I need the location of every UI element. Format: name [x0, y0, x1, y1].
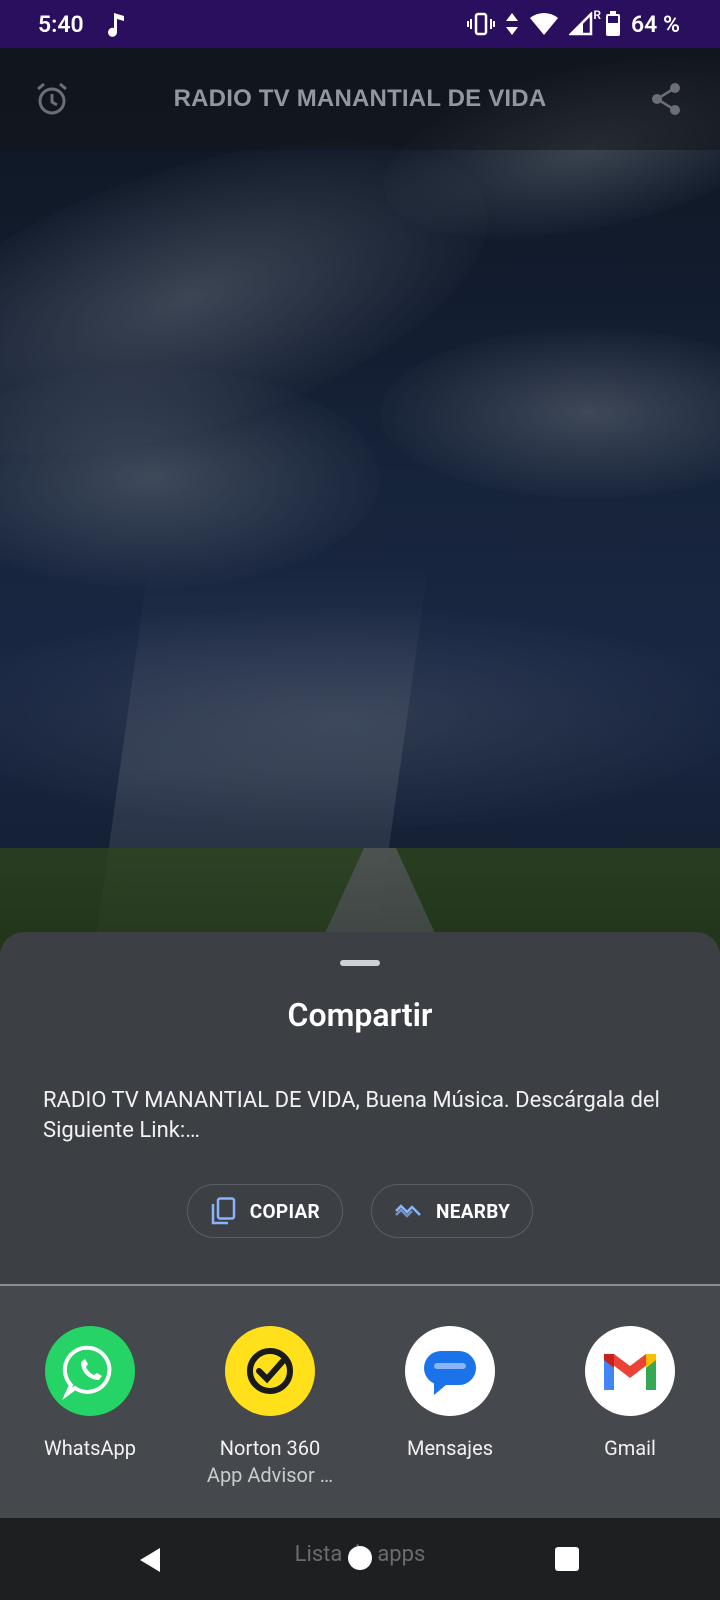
signal-icon: R [569, 8, 601, 36]
app-title: RADIO TV MANANTIAL DE VIDA [173, 85, 547, 112]
share-text-preview: RADIO TV MANANTIAL DE VIDA, Buena Música… [43, 1088, 660, 1143]
copy-icon [210, 1197, 236, 1225]
gmail-icon [585, 1326, 675, 1416]
app-sublabel: App Advisor … [206, 1463, 334, 1487]
status-bar: 5:40 R 64 % [0, 0, 720, 48]
music-note-icon [106, 11, 128, 37]
app-targets-row: WhatsApp Norton 360 App Advisor … Mensaj… [0, 1286, 720, 1518]
app-label: WhatsApp [43, 1436, 136, 1460]
app-label: Mensajes [406, 1436, 494, 1460]
back-icon[interactable] [138, 1546, 162, 1578]
share-target-whatsapp[interactable]: WhatsApp [0, 1326, 180, 1462]
app-toolbar: RADIO TV MANANTIAL DE VIDA [0, 48, 720, 150]
battery-percent: 64 % [631, 10, 680, 38]
share-sheet: Compartir RADIO TV MANANTIAL DE VIDA, Bu… [0, 932, 720, 1518]
nearby-button-label: NEARBY [436, 1199, 511, 1223]
sheet-title: Compartir [287, 996, 433, 1034]
app-label: Norton 360 [219, 1436, 321, 1460]
wifi-icon [529, 12, 559, 36]
messages-icon [405, 1326, 495, 1416]
vibrate-icon [467, 12, 496, 36]
clock: 5:40 [38, 10, 84, 38]
share-target-norton[interactable]: Norton 360 App Advisor … [180, 1326, 360, 1488]
recents-icon[interactable] [555, 1547, 579, 1571]
roaming-label: R [593, 8, 602, 22]
alarm-clock-icon[interactable] [34, 81, 70, 117]
share-target-gmail[interactable]: Gmail [540, 1326, 720, 1462]
copy-button[interactable]: COPIAR [186, 1184, 344, 1238]
share-icon[interactable] [650, 81, 686, 117]
nearby-button[interactable]: NEARBY [371, 1184, 534, 1238]
whatsapp-icon [45, 1326, 135, 1416]
norton-icon [225, 1326, 315, 1416]
share-target-messages[interactable]: Mensajes [360, 1326, 540, 1462]
app-label: Gmail [604, 1436, 656, 1460]
share-actions: COPIAR NEARBY [0, 1184, 720, 1238]
copy-button-label: COPIAR [249, 1199, 321, 1223]
battery-icon [605, 11, 621, 37]
drag-handle[interactable] [340, 960, 380, 966]
data-arrows-icon [505, 12, 519, 36]
nearby-icon [394, 1201, 422, 1221]
navigation-bar: Lista de apps [0, 1518, 720, 1600]
home-icon[interactable] [348, 1546, 372, 1570]
